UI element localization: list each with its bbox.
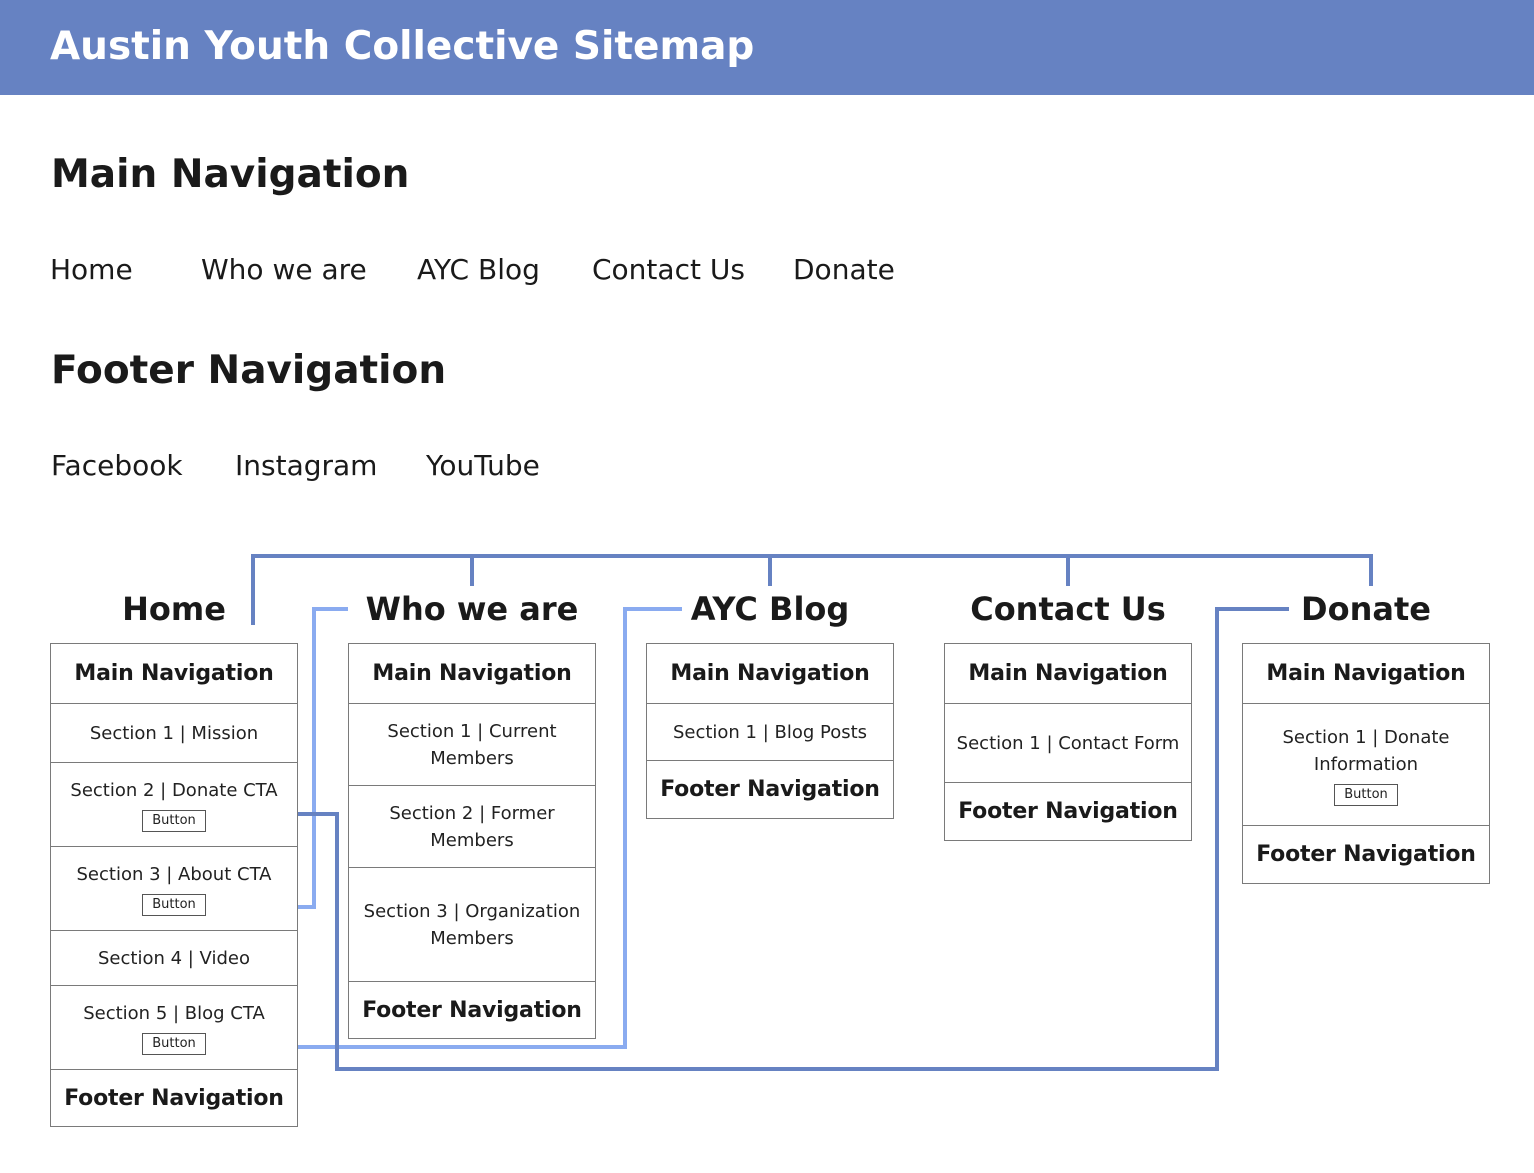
section-cell-mission: Section 1 | Mission [51, 703, 297, 762]
cell-label: Section 1 | Contact Form [956, 732, 1180, 754]
section-cell-donate-cta: Section 2 | Donate CTA Button [51, 762, 297, 846]
section-cell-organization-members: Section 3 | Organization Members [349, 867, 595, 981]
main-navigation-cell: Main Navigation [647, 644, 893, 703]
cell-label: Section 5 | Blog CTA [83, 1003, 265, 1024]
cell-label: Main Navigation [74, 661, 274, 686]
about-cta-button[interactable]: Button [142, 894, 206, 916]
section-cell-video: Section 4 | Video [51, 930, 297, 985]
footer-navigation-cell: Footer Navigation [647, 760, 893, 818]
page-box-who-we-are: Main Navigation Section 1 | Current Memb… [348, 643, 596, 1039]
cell-label: Section 4 | Video [98, 947, 250, 969]
blog-cta-button[interactable]: Button [142, 1033, 206, 1055]
cell-label: Footer Navigation [362, 997, 582, 1023]
main-navigation-cell: Main Navigation [51, 644, 297, 703]
footer-navigation-cell: Footer Navigation [945, 782, 1191, 840]
cell-label: Section 2 | Donate CTA [70, 780, 278, 801]
cell-label: Section 3 | Organization Members [363, 900, 581, 949]
page-box-donate: Main Navigation Section 1 | Donate Infor… [1242, 643, 1490, 884]
page-title-donate: Donate [1301, 590, 1431, 628]
cell-label: Footer Navigation [1256, 842, 1476, 867]
cell-label: Footer Navigation [958, 799, 1178, 824]
cell-label: Footer Navigation [64, 1085, 284, 1111]
page-box-home: Main Navigation Section 1 | Mission Sect… [50, 643, 298, 1127]
cell-label: Section 1 | Mission [89, 722, 259, 744]
cell-label: Footer Navigation [660, 777, 880, 802]
section-cell-current-members: Section 1 | Current Members [349, 703, 595, 785]
section-cell-blog-cta: Section 5 | Blog CTA Button [51, 985, 297, 1069]
page-title-contact-us: Contact Us [970, 590, 1166, 628]
page-box-contact-us: Main Navigation Section 1 | Contact Form… [944, 643, 1192, 841]
section-cell-about-cta: Section 3 | About CTA Button [51, 846, 297, 930]
page-box-ayc-blog: Main Navigation Section 1 | Blog Posts F… [646, 643, 894, 819]
section-cell-donate-information: Section 1 | Donate Information Button [1243, 703, 1489, 825]
cell-label: Main Navigation [1266, 661, 1466, 686]
donate-information-button[interactable]: Button [1334, 783, 1398, 806]
section-cell-blog-posts: Section 1 | Blog Posts [647, 703, 893, 760]
footer-navigation-cell: Footer Navigation [51, 1069, 297, 1126]
cell-label: Section 1 | Blog Posts [672, 721, 868, 743]
cell-label: Section 1 | Current Members [387, 720, 557, 769]
cell-label: Main Navigation [670, 661, 870, 686]
page-title-who-we-are: Who we are [365, 590, 579, 628]
cell-label: Main Navigation [372, 661, 572, 686]
cell-label: Section 1 | Donate Information [1282, 726, 1450, 775]
main-navigation-cell: Main Navigation [1243, 644, 1489, 703]
cell-label: Section 2 | Former Members [389, 802, 555, 851]
section-cell-contact-form: Section 1 | Contact Form [945, 703, 1191, 782]
footer-navigation-cell: Footer Navigation [1243, 825, 1489, 883]
section-cell-former-members: Section 2 | Former Members [349, 785, 595, 867]
cell-label: Main Navigation [968, 661, 1168, 686]
main-navigation-cell: Main Navigation [349, 644, 595, 703]
page-title-home: Home [122, 590, 226, 628]
footer-navigation-cell: Footer Navigation [349, 981, 595, 1038]
main-navigation-cell: Main Navigation [945, 644, 1191, 703]
donate-cta-button[interactable]: Button [142, 810, 206, 832]
page-title-ayc-blog: AYC Blog [690, 590, 850, 628]
cell-label: Section 3 | About CTA [76, 864, 272, 885]
